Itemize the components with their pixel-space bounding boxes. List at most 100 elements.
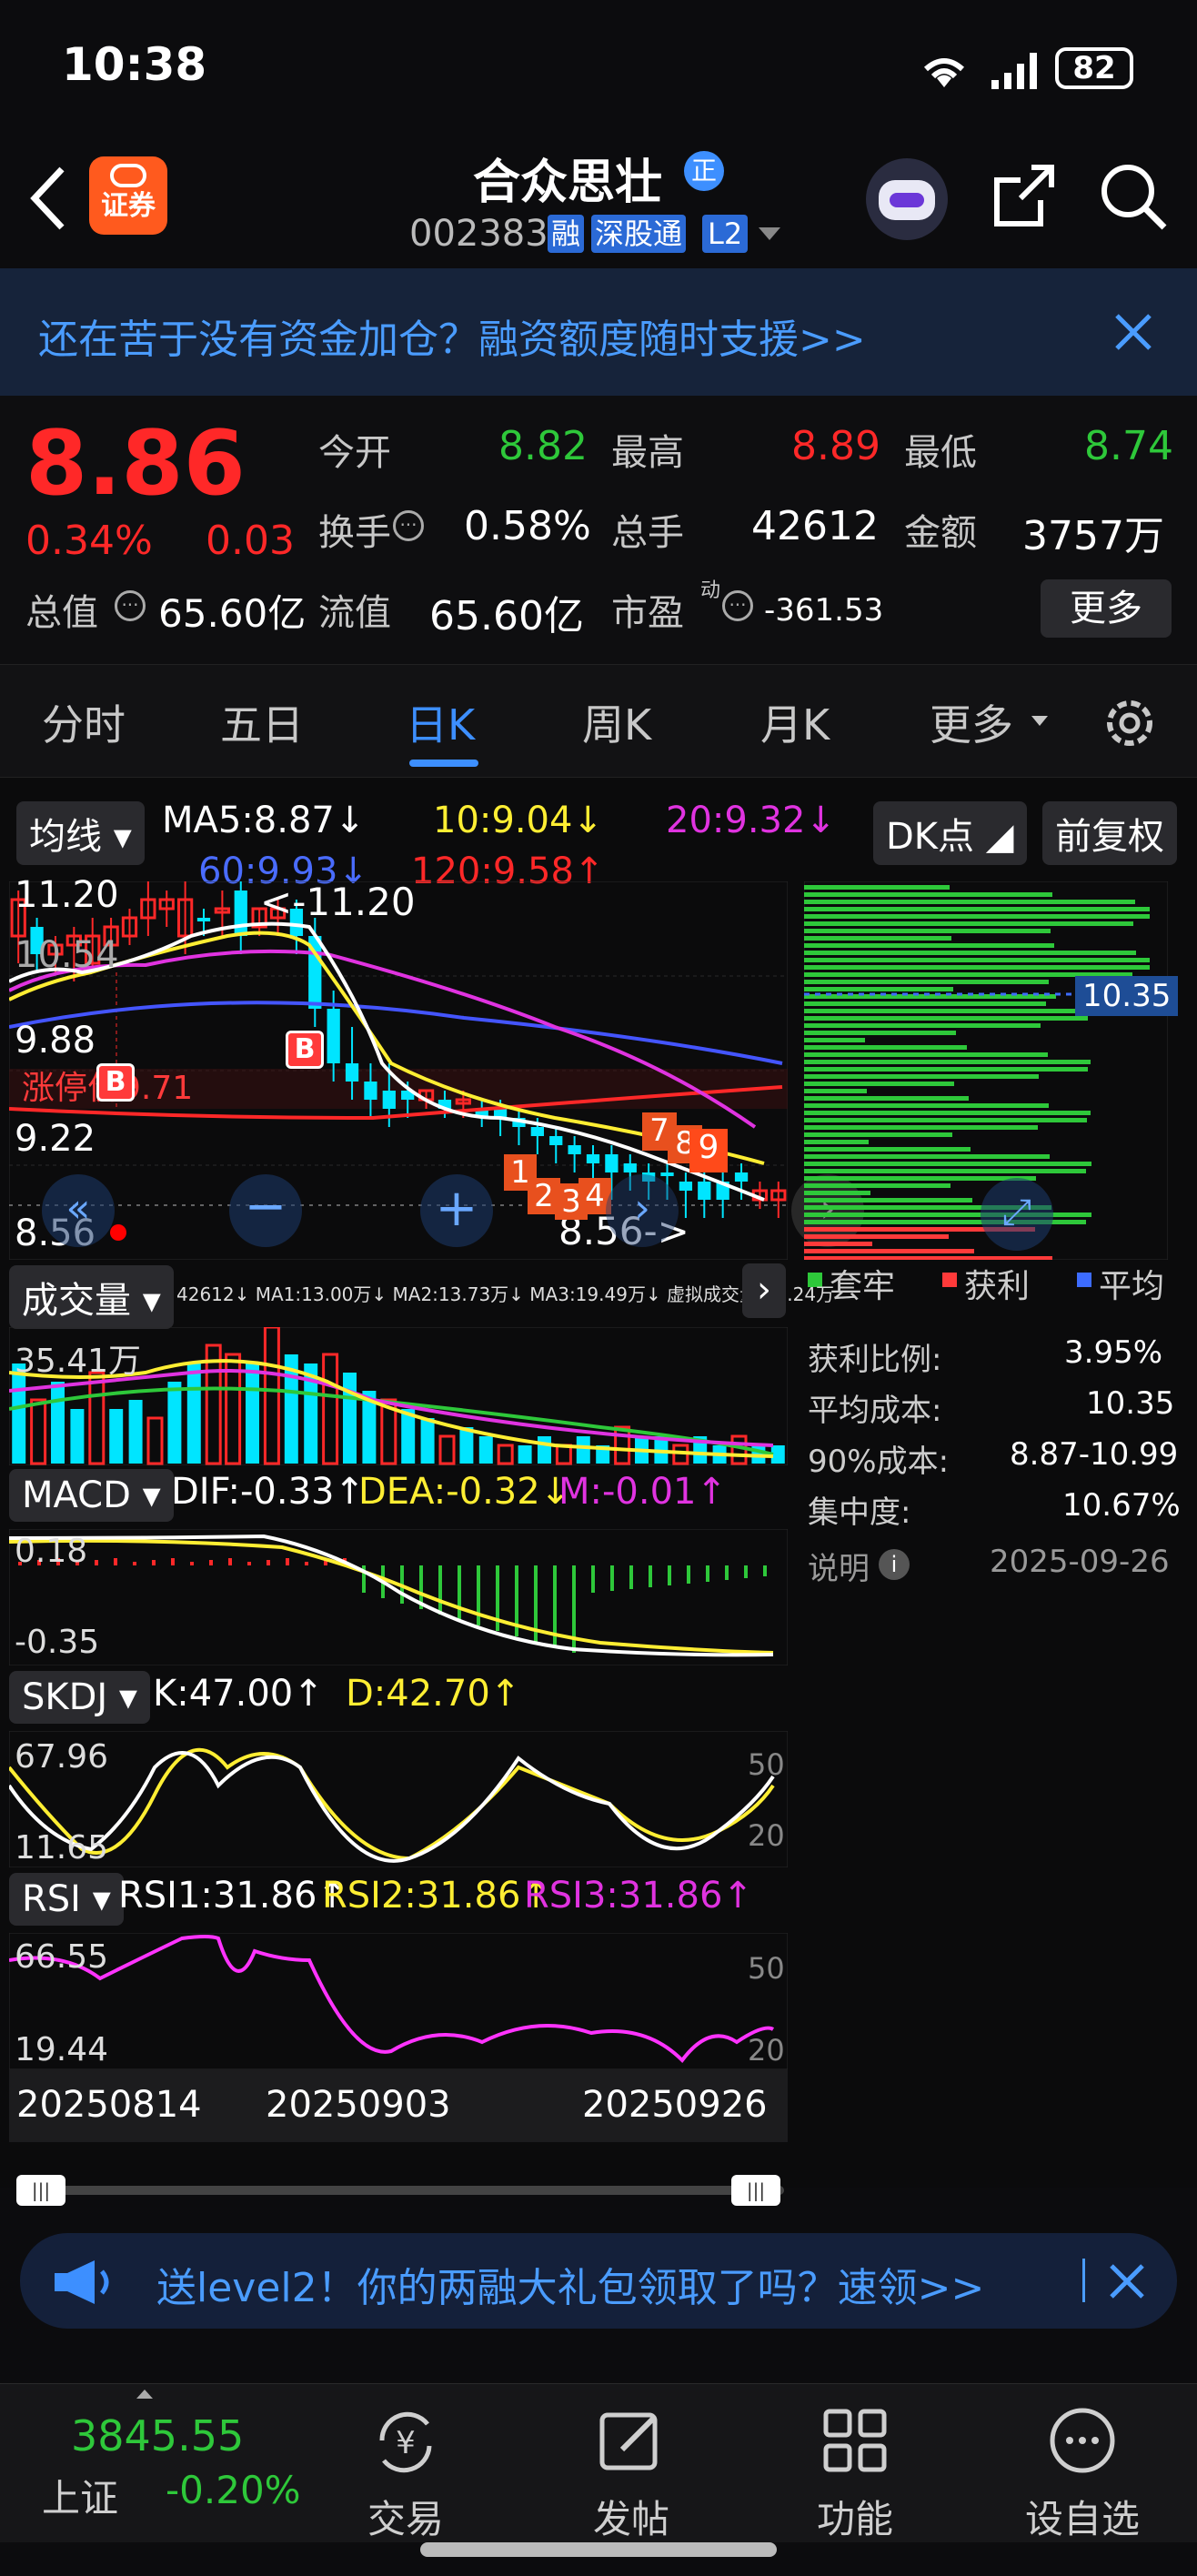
chevron-down-icon[interactable] [1031, 716, 1048, 726]
chip-note-label[interactable]: 说明 [808, 1544, 870, 1588]
expand-icon[interactable]: ⤢ [981, 1178, 1053, 1251]
macd-bar [247, 1562, 251, 1565]
tab-monthly-k[interactable]: 月K [760, 692, 830, 752]
candle-body [698, 1182, 711, 1200]
dk-point-button[interactable]: DK点 ◢ [873, 801, 1027, 865]
search-icon[interactable] [1095, 158, 1172, 235]
skdj-chart [9, 1731, 788, 1867]
macd-bar [209, 1560, 213, 1565]
more-info-icon[interactable]: ··· [722, 590, 753, 621]
max-price-annotation: <-11.20 [260, 880, 416, 924]
chip-bar [804, 921, 1133, 926]
sequence-marker: 9 [689, 1129, 728, 1172]
index-value[interactable]: 3845.55 [71, 2411, 244, 2460]
chip-bar [804, 1103, 1049, 1108]
chart-area: 均线 ▾ MA5:8.87↓ 10:9.04↓ 20:9.32↓ 60:9.93… [0, 778, 1197, 2206]
chip-bar [804, 1074, 1039, 1079]
chevron-down-icon[interactable] [759, 227, 780, 240]
ai-assistant-icon[interactable] [866, 158, 948, 240]
chevron-right-icon[interactable]: › [742, 1263, 786, 1318]
ma-selector[interactable]: 均线 ▾ [16, 801, 145, 865]
close-icon[interactable] [1108, 2262, 1146, 2300]
volume-y-label: 35.41万 [15, 1343, 142, 1380]
candle-body [549, 1136, 563, 1145]
ma20-value: 20:9.32↓ [666, 800, 836, 841]
grid-icon [823, 2409, 887, 2472]
volume-selector[interactable]: 成交量 ▾ [9, 1265, 174, 1329]
volume-bar [343, 1373, 357, 1464]
trade-icon: ¥ [379, 2411, 432, 2473]
tab-more[interactable]: 更多 [930, 692, 1013, 752]
volume-bar [263, 1327, 280, 1465]
rsi-selector[interactable]: RSI ▾ [9, 1873, 124, 1926]
macd-bar [133, 1562, 136, 1565]
chip-bar [804, 1038, 865, 1042]
status-time: 10:38 [62, 38, 207, 91]
buy-signal-marker[interactable]: B [96, 1063, 135, 1102]
wifi-icon [923, 58, 965, 87]
volume-bar [128, 1400, 143, 1464]
macd-bar [610, 1565, 614, 1591]
level2-promo-text[interactable]: 送level2！你的两融大礼包领取了吗？速领>> [156, 2255, 984, 2313]
index-change[interactable]: -0.20% [166, 2468, 301, 2512]
l2-badge: L2 [702, 215, 749, 253]
skdj-ref-label: 50 [748, 1747, 785, 1782]
close-icon[interactable] [1113, 312, 1153, 352]
scroll-right-button[interactable]: › [606, 1174, 679, 1247]
range-slider-right-handle[interactable]: ||| [731, 2175, 780, 2206]
candle-body [734, 1172, 749, 1182]
chip-bar [804, 1234, 949, 1239]
macd-bar [438, 1565, 442, 1615]
range-slider-track[interactable] [18, 2186, 784, 2195]
verified-badge: 正 [684, 151, 724, 191]
level2-promo-banner[interactable]: 送level2！你的两融大礼包领取了吗？速领>> [20, 2233, 1177, 2329]
rsi3-value: RSI3:31.86↑ [524, 1875, 753, 1917]
float-label: 流值 [318, 592, 391, 634]
more-info-icon[interactable]: ··· [393, 510, 424, 541]
tab-intraday[interactable]: 分时 [42, 692, 126, 752]
legend-trapped: 套牢 [830, 1268, 896, 1305]
chip-bar [804, 1089, 867, 1093]
zoom-out-button[interactable]: − [229, 1174, 302, 1247]
turnover-value: 0.58% [464, 503, 591, 549]
range-slider-left-handle[interactable]: ||| [16, 2175, 65, 2206]
info-icon[interactable]: i [879, 1549, 910, 1580]
chip-bar [804, 987, 953, 991]
adjust-button[interactable]: 前复权 [1042, 801, 1177, 865]
scroll-left-button[interactable]: « [42, 1174, 115, 1247]
app-logo[interactable]: 证券 [89, 156, 167, 235]
nav-label: 发帖 [592, 2497, 669, 2541]
zoom-in-button[interactable]: + [420, 1174, 493, 1247]
tab-five-day[interactable]: 五日 [220, 692, 304, 752]
buy-signal-marker[interactable]: B [286, 1031, 324, 1069]
volume-bar [88, 1371, 106, 1465]
chevron-up-icon[interactable] [136, 2390, 153, 2399]
more-info-icon[interactable]: ··· [115, 590, 146, 621]
change-amount: 0.03 [206, 518, 295, 564]
back-icon[interactable] [25, 164, 71, 233]
macd-chart [9, 1529, 788, 1665]
gear-icon[interactable] [1099, 692, 1161, 754]
high-value: 8.89 [791, 423, 880, 469]
quote-panel: 8.86 0.34% 0.03 今开 8.82 最高 8.89 最低 8.74 … [0, 396, 1197, 664]
tab-daily-k[interactable]: 日K [406, 692, 475, 752]
volume-bar [538, 1436, 551, 1464]
chip-bar [804, 1242, 872, 1246]
tab-weekly-k[interactable]: 周K [582, 692, 651, 752]
promo-banner[interactable]: 还在苦于没有资金加仓？融资额度随时支援>> [0, 268, 1197, 396]
promo-text[interactable]: 还在苦于没有资金加仓？融资额度随时支援>> [38, 307, 866, 365]
candle-body [660, 1172, 674, 1176]
home-indicator[interactable] [420, 2542, 777, 2557]
macd-dif: DIF:-0.33↑ [171, 1471, 365, 1513]
index-name[interactable]: 上证 [42, 2468, 118, 2523]
volume-bar [246, 1363, 259, 1464]
macd-bar [725, 1565, 729, 1580]
share-icon[interactable] [988, 160, 1061, 233]
skdj-selector[interactable]: SKDJ ▾ [9, 1671, 151, 1724]
volume-bar [497, 1444, 514, 1465]
macd-selector[interactable]: MACD ▾ [9, 1469, 174, 1522]
kline-y-label: 9.88 [15, 1020, 96, 1062]
kline-y-label: 9.22 [15, 1118, 96, 1160]
more-button[interactable]: 更多 [1041, 579, 1172, 638]
macd-m: M:-0.01↑ [558, 1471, 727, 1513]
